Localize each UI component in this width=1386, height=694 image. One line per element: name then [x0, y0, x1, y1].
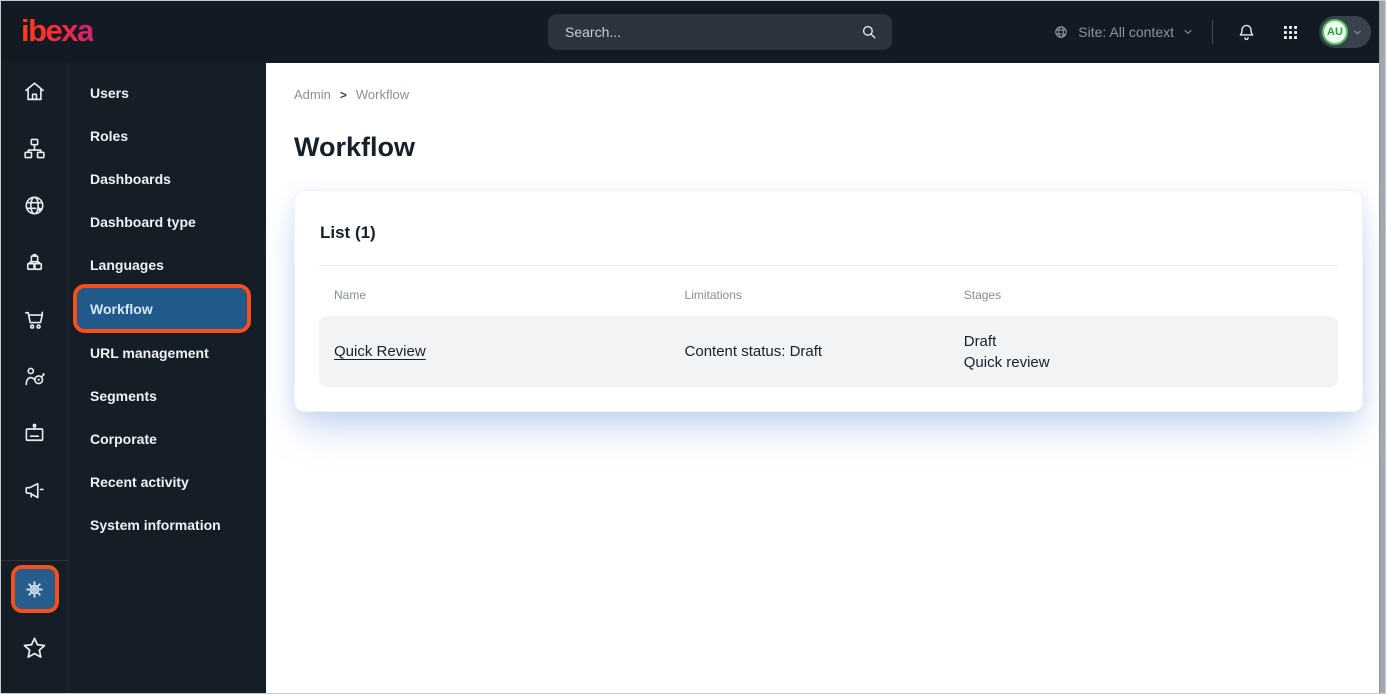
site-globe-small-icon	[1055, 26, 1068, 38]
topbar-divider	[1212, 20, 1213, 44]
card-divider	[319, 265, 1338, 266]
breadcrumb-admin-link[interactable]: Admin	[294, 87, 331, 102]
home-icon	[25, 82, 44, 101]
sidebar-item-dashboards[interactable]: Dashboards	[69, 157, 266, 200]
column-header-limitations: Limitations	[684, 288, 742, 302]
top-bar: ibexa Site: All context	[1, 1, 1385, 63]
column-header-stages: Stages	[963, 288, 1002, 302]
rail-item-site[interactable]	[1, 177, 69, 234]
site-context-selector[interactable]: Site: All context	[1052, 23, 1194, 41]
workflow-list-card: List (1) Name Limitations Stages Quick R…	[294, 190, 1363, 412]
stage-item: Quick review	[963, 353, 1050, 371]
sidebar-item-corporate[interactable]: Corporate	[69, 417, 266, 460]
window-scrollbar[interactable]	[1379, 1, 1385, 693]
sidebar-item-workflow-wrap: Workflow	[69, 284, 266, 333]
breadcrumb: Admin > Workflow	[294, 87, 1385, 102]
bookmarks-star-icon	[23, 636, 46, 658]
sidebar-item-recent-activity[interactable]: Recent activity	[69, 460, 266, 503]
main-content: Admin > Workflow Workflow List (1) Name …	[266, 63, 1385, 693]
user-menu[interactable]: AU	[1319, 16, 1371, 48]
notifications-button[interactable]	[1231, 17, 1261, 47]
rail-bottom-section	[1, 560, 68, 693]
bell-icon	[1239, 24, 1253, 40]
rail-item-corporate[interactable]	[1, 405, 69, 462]
page-title: Workflow	[294, 132, 415, 162]
rail-item-marketing[interactable]	[1, 462, 69, 519]
megaphone-icon	[25, 482, 44, 499]
rail-item-dashboard[interactable]	[1, 63, 69, 120]
table-row[interactable]: Quick Review Content status: Draft Draft…	[319, 316, 1338, 387]
breadcrumb-separator: >	[339, 87, 347, 102]
sidebar-item-url-management[interactable]: URL management	[69, 331, 266, 374]
sidebar-item-workflow[interactable]: Workflow	[73, 284, 251, 333]
rail-item-commerce[interactable]	[1, 291, 69, 348]
rail-item-bookmarks[interactable]	[1, 628, 69, 668]
topbar-right-cluster: Site: All context AU	[1052, 1, 1371, 63]
workflow-limitations-cell: Content status: Draft	[684, 343, 823, 360]
personalization-target-icon	[25, 367, 45, 386]
sidebar-item-users[interactable]: Users	[69, 71, 266, 114]
stage-item: Draft	[963, 332, 997, 350]
site-globe-icon	[25, 196, 44, 215]
rail-item-admin-settings[interactable]	[10, 565, 59, 613]
chevron-down-icon	[1184, 30, 1192, 34]
rail-item-content[interactable]	[1, 120, 69, 177]
column-header-name: Name	[334, 288, 367, 302]
breadcrumb-current: Workflow	[355, 87, 410, 102]
cart-icon	[25, 311, 44, 329]
sidebar-item-languages[interactable]: Languages	[69, 243, 266, 286]
corporate-badge-icon	[25, 423, 44, 442]
table-header-row: Name Limitations Stages	[319, 279, 1338, 311]
content-tree-icon	[24, 138, 45, 159]
workflow-name-link[interactable]: Quick Review	[334, 343, 426, 360]
list-heading: List (1)	[320, 223, 376, 242]
icon-rail	[1, 63, 69, 693]
rail-item-product-catalog[interactable]	[1, 234, 69, 291]
sidebar-item-segments[interactable]: Segments	[69, 374, 266, 417]
sidebar-item-dashboard-type[interactable]: Dashboard type	[69, 200, 266, 243]
search-input[interactable]	[548, 24, 858, 40]
site-context-label: Site: All context	[1078, 24, 1174, 40]
app-switcher-button[interactable]	[1275, 17, 1305, 47]
search-icon[interactable]	[858, 21, 880, 43]
rail-item-personalization[interactable]	[1, 348, 69, 405]
ibexa-logo[interactable]: ibexa	[21, 15, 94, 50]
grid-dots-icon	[1283, 25, 1297, 39]
user-avatar: AU	[1322, 19, 1348, 45]
settings-gear-icon	[26, 580, 43, 598]
product-catalog-icon	[26, 253, 43, 271]
admin-sidebar: Users Roles Dashboards Dashboard type La…	[69, 63, 266, 693]
global-search[interactable]	[548, 14, 892, 50]
sidebar-item-roles[interactable]: Roles	[69, 114, 266, 157]
sidebar-item-system-information[interactable]: System information	[69, 503, 266, 546]
workflow-stages-cell: Draft Quick review	[949, 319, 1338, 385]
chevron-down-icon	[1354, 30, 1361, 34]
